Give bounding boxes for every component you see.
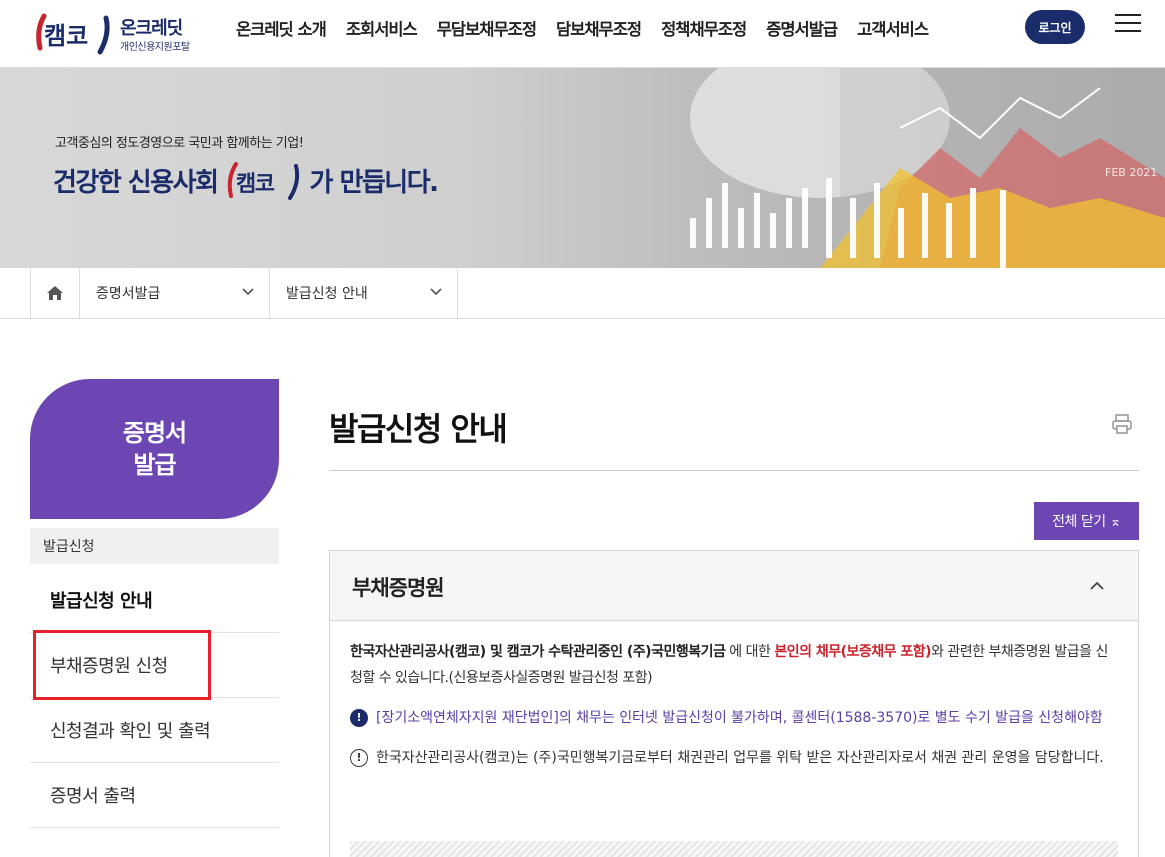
notice-item: ! 한국자산관리공사(캠코)는 (주)국민행복기금로부터 채권관리 업무를 위탁… [350,745,1118,771]
notice-text-2: 한국자산관리공사(캠코)는 (주)국민행복기금로부터 채권관리 업무를 위탁 받… [376,750,1104,766]
desc-mid: 에 대한 [725,644,775,660]
banner-title-before: 건강한 신용사회 [53,167,219,198]
chevron-down-icon [242,288,254,296]
svg-text:캠코: 캠코 [236,172,275,197]
logo-subtitle: 개인신용지원포탈 [120,42,190,53]
sidebar-group-label: 발급신청 [30,528,279,564]
breadcrumb-select-level2[interactable]: 발급신청 안내 [270,268,458,318]
sidebar-item-result-check[interactable]: 신청결과 확인 및 출력 [30,698,279,763]
banner-title: 건강한 신용사회 캠코 가 만듭니다. [53,158,440,202]
nav-about[interactable]: 온크레딧 소개 [236,16,327,40]
close-all-button[interactable]: 전체 닫기 ⌅ [1034,502,1139,540]
svg-text:캠코: 캠코 [44,22,88,50]
notice-text-1: [장기소액연체자지원 재단법인]의 채무는 인터넷 발급신청이 불가하며, 콜센… [376,710,1103,726]
site-header: 캠코 온크레딧 개인신용지원포탈 온크레딧 소개 조회서비스 무담보채무조정 담… [0,0,1165,68]
breadcrumb: 증명서발급 발급신청 안내 [0,268,1165,319]
desc-bold: 한국자산관리공사(캠코) 및 캠코가 수탁관리중인 (주)국민행복기금 [350,644,726,660]
breadcrumb-select-level1[interactable]: 증명서발급 [80,268,270,318]
sidebar-item-certificate-print[interactable]: 증명서 출력 [30,763,279,828]
svg-text:FEB 2021: FEB 2021 [1105,166,1157,179]
page-title: 발급신청 안내 [329,410,508,448]
login-button[interactable]: 로그인 [1025,10,1085,44]
nav-certificate[interactable]: 증명서발급 [766,16,838,40]
sidebar-item-application-guide[interactable]: 발급신청 안내 [30,568,279,633]
hero-banner: FEB 2021 고객중심의 정도경영으로 국민과 함께하는 기업! 건강한 신… [0,68,1165,268]
info-icon: ! [350,749,368,767]
accordion-title: 부채증명원 [352,576,445,600]
alert-icon: ! [350,709,368,727]
hamburger-icon[interactable] [1115,14,1141,38]
notice-item: ! [장기소액연체자지원 재단법인]의 채무는 인터넷 발급신청이 불가하며, … [350,705,1118,731]
nav-inquiry[interactable]: 조회서비스 [346,16,418,40]
site-logo[interactable]: 캠코 온크레딧 개인신용지원포탈 [30,6,210,58]
accordion-description: 한국자산관리공사(캠코) 및 캠코가 수탁관리중인 (주)국민행복기금 에 대한… [350,639,1118,691]
nav-secured-debt[interactable]: 담보채무조정 [556,16,642,40]
sidebar-heading-line1: 증명서 [122,419,187,447]
accordion-header[interactable]: 부채증명원 [330,551,1138,621]
print-icon[interactable] [1110,412,1134,436]
nav-policy-debt[interactable]: 정책채무조정 [661,16,747,40]
accordion-body: 한국자산관리공사(캠코) 및 캠코가 수탁관리중인 (주)국민행복기금 에 대한… [330,621,1138,771]
sidebar-heading-line2: 발급 [133,451,176,479]
banner-title-after: 가 만듭니다. [309,167,440,198]
banner-subtitle: 고객중심의 정도경영으로 국민과 함께하는 기업! [55,136,304,151]
main-nav: 온크레딧 소개 조회서비스 무담보채무조정 담보채무조정 정책채무조정 증명서발… [226,0,938,56]
sidebar-heading: 증명서 발급 [30,379,279,519]
nav-unsecured-debt[interactable]: 무담보채무조정 [437,16,537,40]
desc-red: 본인의 채무(보증채무 포함) [774,644,932,660]
nav-customer-service[interactable]: 고객서비스 [857,16,929,40]
breadcrumb-level1-label: 증명서발급 [96,286,161,302]
home-icon[interactable] [30,268,80,318]
kamco-logo-icon: 캠코 [227,162,299,200]
chevron-down-icon [430,288,442,296]
logo-name: 온크레딧 [120,18,183,39]
chevron-up-icon [1090,581,1104,590]
accordion-debt-certificate: 부채증명원 한국자산관리공사(캠코) 및 캠코가 수탁관리중인 (주)국민행복기… [329,550,1139,857]
sidebar-item-debt-certificate[interactable]: 부채증명원 신청 [30,633,279,698]
title-divider [329,470,1139,471]
hatched-placeholder [350,841,1118,857]
breadcrumb-level2-label: 발급신청 안내 [286,286,368,302]
kamco-logo-icon: 캠코 [36,13,110,55]
